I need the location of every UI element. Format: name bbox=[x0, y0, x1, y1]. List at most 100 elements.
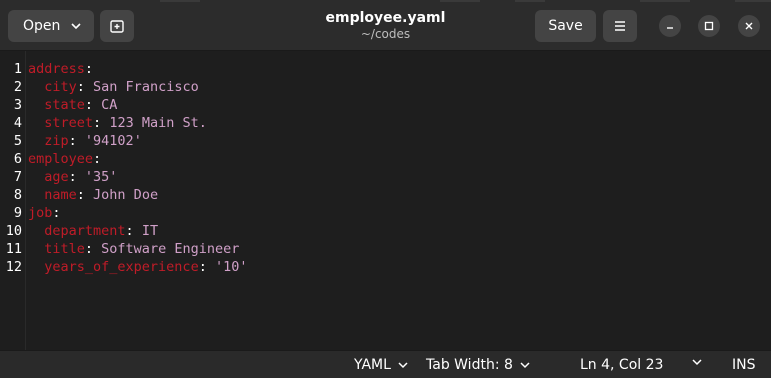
code-text: title: Software Engineer bbox=[28, 240, 239, 258]
line-number: 2 bbox=[13, 79, 22, 95]
tab-width-selector[interactable]: Tab Width: 8 bbox=[426, 356, 531, 374]
window-title: employee.yaml bbox=[325, 10, 446, 26]
yaml-key: state bbox=[44, 97, 85, 113]
yaml-separator: : bbox=[198, 259, 215, 275]
yaml-separator: : bbox=[68, 133, 85, 149]
line-number: 10 bbox=[5, 223, 22, 239]
yaml-key: years_of_experience bbox=[44, 259, 199, 275]
code-text: department: IT bbox=[28, 222, 158, 240]
line-number: 3 bbox=[13, 97, 22, 113]
line-number: 5 bbox=[13, 133, 22, 149]
position-dropdown[interactable] bbox=[691, 356, 703, 368]
yaml-separator: : bbox=[93, 151, 102, 167]
new-tab-icon bbox=[110, 20, 124, 33]
header-bar: Open employee.yaml ~/codes Save bbox=[0, 0, 771, 51]
new-tab-button[interactable] bbox=[100, 10, 134, 42]
insert-mode-indicator[interactable]: INS bbox=[732, 356, 756, 374]
code-text: state: CA bbox=[28, 96, 117, 114]
code-text: city: San Francisco bbox=[28, 78, 199, 96]
open-button-label: Open bbox=[23, 18, 61, 34]
line-number: 4 bbox=[13, 115, 22, 131]
yaml-separator: : bbox=[84, 241, 102, 257]
line-number: 12 bbox=[5, 259, 22, 275]
yaml-separator: : bbox=[84, 61, 94, 77]
code-text: age: '35' bbox=[28, 168, 117, 186]
minimize-icon bbox=[667, 27, 673, 29]
language-label: YAML bbox=[354, 357, 391, 373]
maximize-button[interactable] bbox=[698, 15, 720, 37]
yaml-key: zip bbox=[44, 133, 69, 149]
yaml-key: department bbox=[44, 223, 126, 239]
yaml-key: age bbox=[44, 169, 69, 185]
main-menu-button[interactable] bbox=[603, 10, 637, 42]
line-number: 8 bbox=[13, 187, 22, 203]
open-button[interactable]: Open bbox=[8, 10, 94, 42]
yaml-separator: : bbox=[68, 169, 85, 185]
yaml-value: '35' bbox=[84, 169, 118, 185]
close-icon bbox=[745, 22, 753, 30]
code-text: years_of_experience: '10' bbox=[28, 258, 247, 276]
insert-mode-label: INS bbox=[732, 357, 756, 373]
tab-edge bbox=[515, 0, 545, 2]
minimize-button[interactable] bbox=[659, 15, 681, 37]
save-button-label: Save bbox=[548, 18, 583, 34]
yaml-key: address bbox=[28, 61, 85, 77]
hamburger-menu-icon bbox=[615, 21, 625, 31]
line-number: 1 bbox=[13, 61, 22, 77]
line-number: 11 bbox=[5, 241, 22, 257]
window-subtitle: ~/codes bbox=[360, 27, 411, 41]
tab-width-label: Tab Width: 8 bbox=[426, 357, 513, 373]
cursor-position-label: Ln 4, Col 23 bbox=[580, 357, 664, 373]
yaml-separator: : bbox=[76, 187, 94, 203]
status-bar: YAML Tab Width: 8 Ln 4, Col 23 INS bbox=[0, 350, 771, 378]
yaml-separator: : bbox=[84, 97, 102, 113]
yaml-value: IT bbox=[141, 223, 159, 239]
cursor-position[interactable]: Ln 4, Col 23 bbox=[580, 356, 663, 374]
yaml-value: San Francisco bbox=[93, 79, 199, 95]
chevron-down-icon bbox=[520, 362, 530, 369]
language-selector[interactable]: YAML bbox=[354, 356, 409, 374]
yaml-key: employee bbox=[28, 151, 94, 167]
line-number: 9 bbox=[13, 205, 22, 221]
yaml-key: city bbox=[44, 79, 77, 95]
yaml-value: Software Engineer bbox=[101, 241, 240, 257]
yaml-separator: : bbox=[93, 115, 110, 131]
line-number: 6 bbox=[13, 151, 22, 167]
line-number: 7 bbox=[13, 169, 22, 185]
code-text: employee: bbox=[28, 150, 101, 168]
text-editor-area[interactable]: 1 address: 2 city: San Francisco 3 state: C… bbox=[0, 51, 771, 350]
yaml-key: job bbox=[28, 205, 53, 221]
yaml-value: John Doe bbox=[93, 187, 159, 203]
tab-edge bbox=[160, 0, 200, 2]
yaml-separator: : bbox=[125, 223, 142, 239]
save-button[interactable]: Save bbox=[535, 10, 596, 42]
yaml-value: 123 Main St. bbox=[109, 115, 207, 131]
yaml-key: name bbox=[44, 187, 77, 203]
chevron-down-icon bbox=[692, 359, 702, 366]
text-editor-window: Open employee.yaml ~/codes Save 1 addres… bbox=[0, 0, 771, 378]
yaml-separator: : bbox=[52, 205, 61, 221]
tab-edge bbox=[640, 0, 690, 2]
yaml-key: title bbox=[44, 241, 85, 257]
code-text: name: John Doe bbox=[28, 186, 158, 204]
yaml-key: street bbox=[44, 115, 94, 131]
close-button[interactable] bbox=[738, 15, 760, 37]
maximize-icon bbox=[704, 21, 714, 31]
code-text: address: bbox=[28, 60, 93, 78]
tab-edge bbox=[735, 0, 771, 2]
code-text: zip: '94102' bbox=[28, 132, 142, 150]
yaml-separator: : bbox=[76, 79, 94, 95]
yaml-value: '94102' bbox=[84, 133, 142, 149]
tab-edge bbox=[440, 0, 480, 2]
yaml-value: CA bbox=[101, 97, 118, 113]
chevron-down-icon bbox=[398, 362, 408, 369]
